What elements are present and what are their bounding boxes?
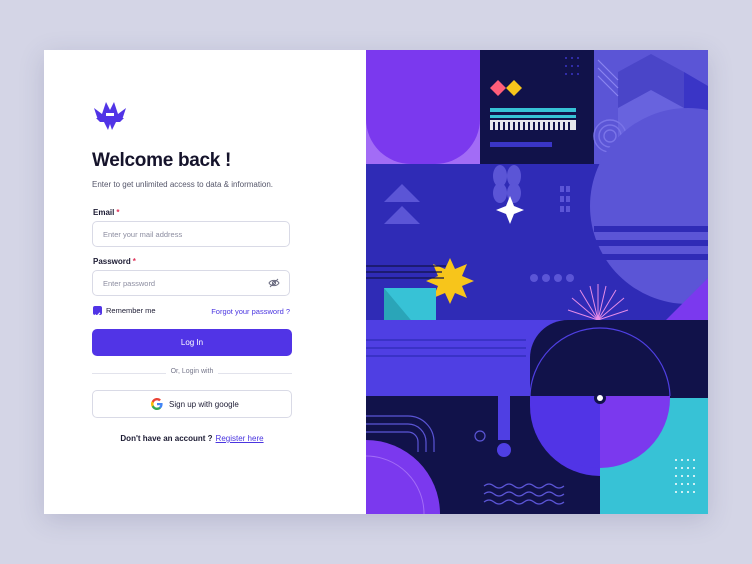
- google-button-label: Sign up with google: [169, 400, 239, 409]
- login-button[interactable]: Log In: [92, 329, 292, 356]
- forgot-password-link[interactable]: Forgot your password ?: [211, 307, 290, 316]
- crown-star-logo-icon: [94, 102, 126, 130]
- required-mark: *: [132, 257, 136, 266]
- email-field-box: [92, 221, 290, 247]
- google-icon: [151, 398, 163, 410]
- email-label-text: Email: [93, 208, 115, 217]
- google-signup-button[interactable]: Sign up with google: [92, 390, 292, 418]
- email-label: Email *: [93, 208, 119, 217]
- eye-off-icon[interactable]: [268, 278, 280, 288]
- password-label-text: Password: [93, 257, 131, 266]
- login-card: Welcome back ! Enter to get unlimited ac…: [44, 50, 708, 514]
- divider-line: [218, 373, 292, 374]
- remember-checkbox[interactable]: [93, 306, 102, 318]
- required-mark: *: [116, 208, 120, 217]
- register-prompt: Don't have an account ?: [120, 434, 213, 443]
- geometric-illustration: [366, 50, 708, 514]
- password-field[interactable]: [103, 271, 263, 295]
- email-field[interactable]: [103, 222, 263, 246]
- register-row: Don't have an account ? Register here: [44, 434, 340, 443]
- login-panel: Welcome back ! Enter to get unlimited ac…: [44, 50, 366, 514]
- password-label: Password *: [93, 257, 136, 266]
- remember-label[interactable]: Remember me: [106, 306, 156, 315]
- password-field-box: [92, 270, 290, 296]
- page-subtitle: Enter to get unlimited access to data & …: [92, 180, 273, 189]
- register-link[interactable]: Register here: [216, 434, 264, 443]
- page-title: Welcome back !: [92, 150, 232, 171]
- check-icon: [94, 312, 101, 318]
